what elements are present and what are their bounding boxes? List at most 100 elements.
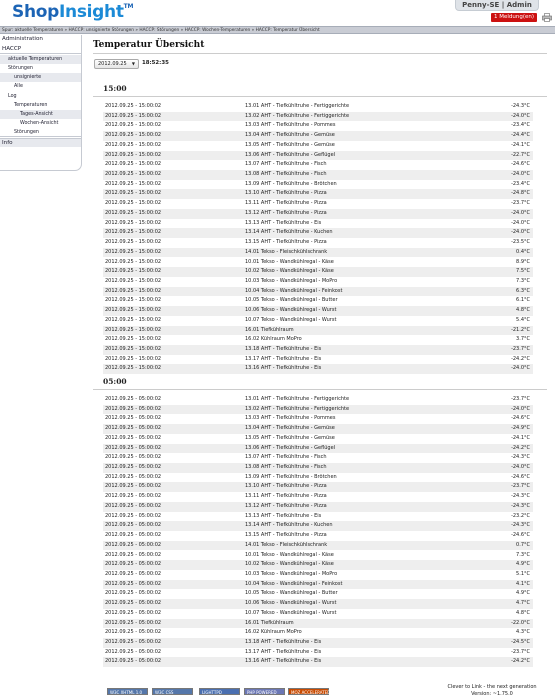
- date-select[interactable]: 2012.09.25 ▼: [94, 59, 139, 69]
- footer-badge[interactable]: MOZ ACCELERATED: [288, 688, 330, 695]
- table-row: 2012.09.25 - 05:00:02 13.09 AHT - Tiefküh…: [103, 473, 533, 483]
- timestamp-cell: 2012.09.25 - 15:00:02: [105, 229, 162, 236]
- temperature-cell: 7.3°C: [516, 551, 530, 558]
- footer-badge[interactable]: W3C XHTML 1.0: [107, 688, 148, 695]
- timestamp-cell: 2012.09.25 - 15:00:02: [105, 316, 162, 323]
- breadcrumb[interactable]: Spur: aktuelle Temperaturen » HACCP: uns…: [0, 26, 555, 34]
- temperature-cell: -24.8°C: [511, 190, 530, 197]
- timestamp-cell: 2012.09.25 - 15:00:02: [105, 297, 162, 304]
- timestamp-cell: 2012.09.25 - 15:00:02: [105, 132, 162, 139]
- sidebar-item-tages-ansicht[interactable]: Tages-Ansicht: [0, 110, 81, 119]
- sidebar-item-alle[interactable]: Alle: [0, 82, 81, 91]
- temperature-cell: -24.4°C: [511, 132, 530, 139]
- messages-badge[interactable]: 1 Meldung(en): [490, 13, 537, 22]
- sidebar-item-administration[interactable]: Administration: [0, 35, 81, 44]
- temperature-cell: -22.0°C: [511, 619, 530, 626]
- sensor-cell: 16.02 Kühlraum MoPro: [245, 336, 302, 343]
- temperature-cell: -23.2°C: [511, 512, 530, 519]
- table-row: 2012.09.25 - 15:00:02 16.02 Kühlraum MoPr…: [103, 335, 533, 345]
- footer: W3C XHTML 1.0 W3C CSS LIGHTTPD PHP POWERED M…: [0, 684, 555, 700]
- table-row: 2012.09.25 - 15:00:02 13.10 AHT - Tiefküh…: [103, 189, 533, 200]
- group-time-heading: 05:00: [103, 377, 127, 386]
- temperature-cell: 7.5°C: [516, 268, 530, 275]
- temperature-cell: -24.0°C: [511, 464, 530, 471]
- sensor-cell: 13.17 AHT - Tiefkühltruhe - Eis: [245, 648, 322, 655]
- timestamp-cell: 2012.09.25 - 05:00:02: [105, 609, 162, 616]
- table-row: 2012.09.25 - 15:00:02 10.01 Tekso - Wandk…: [103, 258, 533, 268]
- table-row: 2012.09.25 - 15:00:02 13.02 AHT - Tiefküh…: [103, 111, 533, 122]
- table-row: 2012.09.25 - 05:00:02 13.03 AHT - Tiefküh…: [103, 414, 533, 424]
- sensor-cell: 13.07 AHT - Tiefkühltruhe - Fisch: [245, 161, 327, 168]
- table-row: 2012.09.25 - 05:00:02 10.04 Tekso - Wandk…: [103, 579, 533, 590]
- sidebar-item-log-stoerungen[interactable]: Störungen: [0, 128, 81, 137]
- sidebar-item-stoerungen[interactable]: Störungen: [0, 64, 81, 73]
- logo-text-shop: Shop: [12, 2, 59, 22]
- timestamp-cell: 2012.09.25 - 05:00:02: [105, 658, 162, 665]
- timestamp-cell: 2012.09.25 - 05:00:02: [105, 493, 162, 500]
- temperature-cell: 6.1°C: [516, 297, 530, 304]
- sensor-cell: 13.02 AHT - Tiefkühltruhe - Fertiggerich…: [245, 112, 350, 119]
- timestamp-cell: 2012.09.25 - 05:00:02: [105, 405, 162, 412]
- timestamp-cell: 2012.09.25 - 15:00:02: [105, 219, 162, 226]
- temperature-cell: 4.1°C: [516, 580, 530, 587]
- temperature-cell: -24.0°C: [511, 112, 530, 119]
- logo[interactable]: ShopInsightTM: [12, 2, 133, 22]
- timestamp-cell: 2012.09.25 - 05:00:02: [105, 570, 162, 577]
- user-menu[interactable]: Penny-SE | Admin: [455, 0, 539, 11]
- current-time: 18:52:35: [142, 60, 169, 66]
- sensor-cell: 13.14 AHT - Tiefkühltruhe - Kuchen: [245, 229, 333, 236]
- timestamp-cell: 2012.09.25 - 05:00:02: [105, 425, 162, 432]
- sensor-cell: 13.15 AHT - Tiefkühltruhe - Pizza: [245, 532, 327, 539]
- table-row: 2012.09.25 - 15:00:02 13.11 AHT - Tiefküh…: [103, 199, 533, 209]
- sidebar-item-aktuelle-temperaturen[interactable]: aktuelle Temperaturen: [0, 55, 81, 64]
- timestamp-cell: 2012.09.25 - 05:00:02: [105, 512, 162, 519]
- sidebar-item-temperaturen[interactable]: Temperaturen: [0, 101, 81, 110]
- table-row: 2012.09.25 - 05:00:02 14.01 Tekso - Fleis…: [103, 540, 533, 551]
- sidebar-item-wochen-ansicht[interactable]: Wochen-Ansicht: [0, 119, 81, 128]
- timestamp-cell: 2012.09.25 - 15:00:02: [105, 151, 162, 158]
- temperature-cell: -24.1°C: [511, 141, 530, 148]
- sensor-cell: 13.06 AHT - Tiefkühltruhe - Geflügel: [245, 151, 336, 158]
- footer-badge[interactable]: LIGHTTPD: [199, 688, 240, 695]
- timestamp-cell: 2012.09.25 - 05:00:02: [105, 396, 162, 402]
- sidebar-item-haccp[interactable]: HACCP: [0, 45, 81, 54]
- temperature-cell: 0.7°C: [516, 541, 530, 548]
- table-row: 2012.09.25 - 15:00:02 13.09 AHT - Tiefküh…: [103, 180, 533, 190]
- footer-badge[interactable]: PHP POWERED: [244, 688, 285, 695]
- temperature-cell: -24.0°C: [511, 171, 530, 178]
- temperature-cell: 4.8°C: [516, 609, 530, 616]
- sensor-cell: 10.02 Tekso - Wandkühlregal - Käse: [245, 561, 334, 568]
- sensor-cell: 16.01 Tiefkühlraum: [245, 326, 294, 333]
- footer-badge[interactable]: W3C CSS: [152, 688, 193, 695]
- group-divider: [93, 389, 547, 390]
- temperature-cell: 5.4°C: [516, 316, 530, 323]
- table-row: 2012.09.25 - 05:00:02 16.02 Kühlraum MoPr…: [103, 628, 533, 638]
- title-divider: [93, 53, 547, 54]
- sidebar-item-log[interactable]: Log: [0, 92, 81, 101]
- temperature-cell: 8.9°C: [516, 258, 530, 265]
- timestamp-cell: 2012.09.25 - 15:00:02: [105, 355, 162, 362]
- sensor-cell: 10.05 Tekso - Wandkühlregal - Butter: [245, 297, 338, 304]
- sidebar-item-unsignierte[interactable]: unsignierte: [0, 73, 81, 82]
- temperature-cell: -24.0°C: [511, 365, 530, 372]
- printer-icon[interactable]: [542, 13, 552, 22]
- footer-version: Version: ~1.75.0: [471, 691, 513, 697]
- sensor-cell: 13.18 AHT - Tiefkühltruhe - Eis: [245, 346, 322, 352]
- table-row: 2012.09.25 - 05:00:02 13.12 AHT - Tiefküh…: [103, 501, 533, 512]
- temperature-cell: 4.7°C: [516, 600, 530, 607]
- table-row: 2012.09.25 - 15:00:02 13.08 AHT - Tiefküh…: [103, 170, 533, 180]
- sensor-cell: 13.01 AHT - Tiefkühltruhe - Fertiggerich…: [245, 396, 350, 402]
- sensor-cell: 10.07 Tekso - Wandkühlregal - Wurst: [245, 609, 337, 616]
- group-divider: [93, 96, 547, 97]
- sensor-cell: 13.02 AHT - Tiefkühltruhe - Fertiggerich…: [245, 405, 350, 412]
- sensor-cell: 14.01 Tekso - Fleischkühlschrank: [245, 248, 328, 255]
- timestamp-cell: 2012.09.25 - 05:00:02: [105, 473, 162, 480]
- sensor-cell: 10.01 Tekso - Wandkühlregal - Käse: [245, 258, 334, 265]
- temperature-cell: -23.4°C: [511, 122, 530, 129]
- sensor-cell: 13.01 AHT - Tiefkühltruhe - Fertiggerich…: [245, 103, 350, 109]
- timestamp-cell: 2012.09.25 - 15:00:02: [105, 268, 162, 275]
- sidebar-item-info[interactable]: Info: [0, 138, 81, 147]
- temperature-cell: 0.4°C: [516, 248, 530, 255]
- table-row: 2012.09.25 - 15:00:02 13.16 AHT - Tiefküh…: [103, 364, 533, 375]
- table-row: 2012.09.25 - 05:00:02 13.05 AHT - Tiefküh…: [103, 434, 533, 444]
